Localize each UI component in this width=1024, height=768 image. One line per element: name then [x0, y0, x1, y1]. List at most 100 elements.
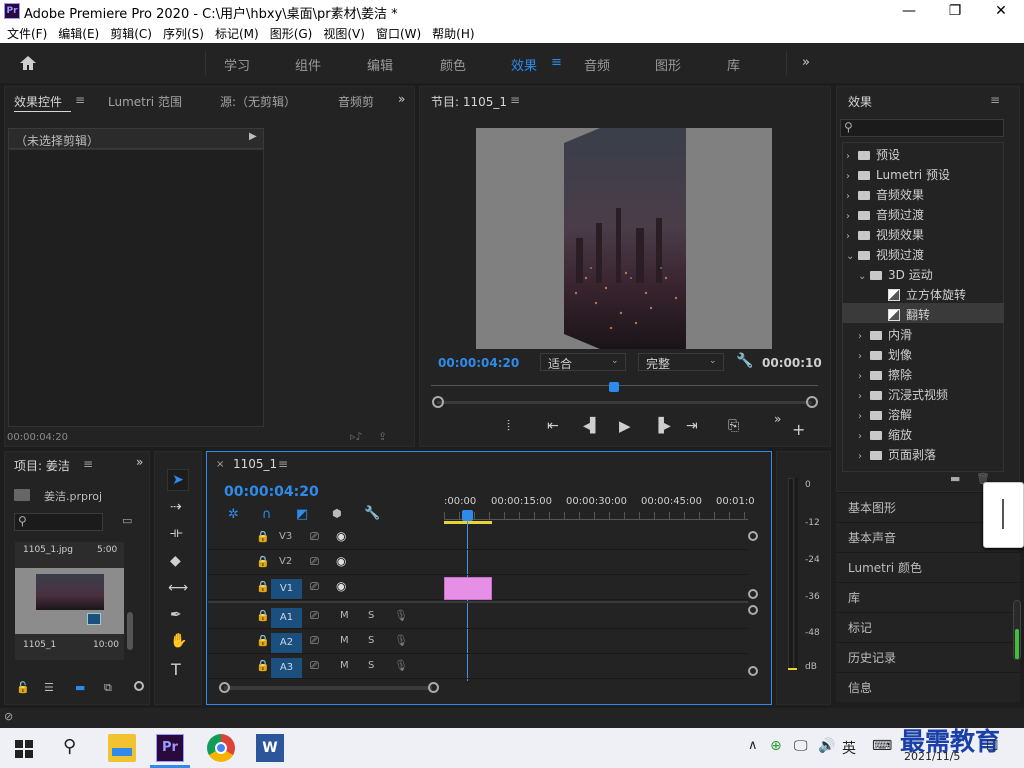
selection-tool-icon[interactable]: ➤	[167, 469, 189, 491]
timeline-title[interactable]: 1105_1	[233, 457, 277, 471]
tab-lumetri-scopes[interactable]: Lumetri 范围	[108, 93, 182, 110]
chevron-right-icon[interactable]: ›	[858, 451, 870, 462]
razor-tool-icon[interactable]: ◆	[170, 553, 181, 569]
workspace-audio[interactable]: 音频	[584, 55, 610, 74]
chevron-right-icon[interactable]: ›	[858, 331, 870, 342]
add-button-icon[interactable]: +	[792, 420, 805, 439]
chevron-right-icon[interactable]: ›	[858, 351, 870, 362]
timeline-playhead[interactable]	[462, 510, 473, 521]
chevron-right-icon[interactable]: ›	[858, 371, 870, 382]
chevron-right-icon[interactable]: ›	[858, 411, 870, 422]
effects-tree-item[interactable]: › 擦除	[842, 363, 1004, 383]
minimize-button[interactable]: —	[886, 0, 932, 22]
track-solo-button[interactable]: S	[368, 610, 374, 621]
close-tab-icon[interactable]: ×	[216, 459, 224, 470]
play-icon[interactable]: ▶	[619, 417, 631, 435]
workspace-editing[interactable]: 编辑	[367, 55, 393, 74]
chevron-right-icon[interactable]: ›	[846, 211, 858, 222]
type-tool-icon[interactable]: T	[171, 660, 181, 679]
overflow-icon[interactable]: »	[774, 412, 781, 426]
close-button[interactable]: ✕	[978, 0, 1024, 22]
linked-selection-icon[interactable]: ◩	[296, 507, 308, 522]
program-timecode[interactable]: 00:00:04:20	[438, 356, 519, 370]
track-eye-icon[interactable]: ◉	[336, 579, 346, 593]
panel-markers[interactable]: 标记	[836, 612, 1020, 642]
microphone-icon[interactable]: 🎙	[394, 609, 408, 622]
volume-slider[interactable]	[1013, 600, 1021, 660]
tray-expand-icon[interactable]: ∧	[748, 738, 758, 753]
workspace-assembly[interactable]: 组件	[295, 55, 321, 74]
chevron-right-icon[interactable]: ›	[846, 151, 858, 162]
track-header-v1[interactable]: 🔒 V1 ⎚ ◉	[208, 576, 444, 600]
vscroll-handle-bottom[interactable]	[748, 589, 758, 599]
effects-tree-item[interactable]: 翻转	[842, 303, 1004, 323]
track-lane-a2[interactable]	[444, 630, 748, 654]
tab-source[interactable]: 源:（无剪辑）	[220, 93, 296, 110]
search-icon[interactable]: ⚲	[63, 736, 76, 757]
chevron-down-icon[interactable]: ⌄	[858, 271, 870, 282]
track-lane-a3[interactable]	[444, 655, 748, 679]
track-mute-button[interactable]: M	[340, 635, 349, 646]
list-view-icon[interactable]: ☰	[44, 681, 54, 694]
tab-menu-icon[interactable]: ≡	[75, 93, 85, 107]
menu-file[interactable]: 文件(F)	[0, 22, 51, 43]
track-header-a3[interactable]: 🔒 A3 ⎚ M S 🎙	[208, 655, 444, 679]
workspace-learn[interactable]: 学习	[224, 55, 250, 74]
track-header-a1[interactable]: 🔒 A1 ⎚ M S 🎙	[208, 605, 444, 629]
step-forward-icon[interactable]: ▐▸	[653, 418, 671, 434]
go-to-out-icon[interactable]: ⇥	[686, 418, 698, 434]
track-mute-button[interactable]: M	[340, 660, 349, 671]
effects-tree-item[interactable]: › 内滑	[842, 323, 1004, 343]
add-marker-icon[interactable]: ⬢	[332, 507, 342, 520]
menu-help[interactable]: 帮助(H)	[425, 22, 478, 43]
nest-icon[interactable]: ✲	[228, 507, 239, 522]
filter-icon[interactable]: ▹♪	[350, 430, 363, 443]
menu-clip[interactable]: 剪辑(C)	[103, 22, 156, 43]
maximize-button[interactable]: ❐	[932, 0, 978, 22]
effects-tree-item[interactable]: ⌄ 视频过渡	[842, 243, 1004, 263]
hscroll-handle-right[interactable]	[428, 682, 439, 693]
project-title[interactable]: 项目: 姜洁	[14, 457, 70, 474]
track-target-a2[interactable]: A2	[271, 633, 302, 653]
icon-view-icon[interactable]: ▬	[75, 681, 85, 694]
wrench-icon[interactable]: 🔧	[736, 353, 753, 369]
menu-edit[interactable]: 编辑(E)	[51, 22, 103, 43]
timeline-menu-icon[interactable]: ≡	[278, 457, 288, 471]
effects-tree-item[interactable]: › Lumetri 预设	[842, 163, 1004, 183]
new-bin-icon[interactable]: ▭	[122, 514, 132, 527]
panel-lumetri-color[interactable]: Lumetri 颜色	[836, 552, 1020, 582]
hscroll-handle-left[interactable]	[219, 682, 230, 693]
project-overflow-icon[interactable]: »	[136, 455, 143, 469]
project-menu-icon[interactable]: ≡	[83, 457, 93, 471]
workspace-graphics[interactable]: 图形	[655, 55, 681, 74]
effects-tree-item[interactable]: › 划像	[842, 343, 1004, 363]
track-solo-button[interactable]: S	[368, 660, 374, 671]
effects-tree-item[interactable]: › 页面剥落	[842, 443, 1004, 463]
premiere-taskbar-icon[interactable]: Pr	[156, 734, 184, 762]
track-header-v3[interactable]: 🔒 V3 ⎚ ◉	[208, 526, 444, 550]
work-area-bar[interactable]	[444, 521, 492, 524]
track-lock-icon[interactable]: 🔒	[256, 530, 270, 543]
track-solo-button[interactable]: S	[368, 635, 374, 646]
chevron-right-icon[interactable]: ›	[846, 191, 858, 202]
freeform-view-icon[interactable]: ⧉	[104, 681, 112, 695]
track-lock-icon[interactable]: 🔒	[256, 555, 270, 568]
effects-tree-item[interactable]: 立方体旋转	[842, 283, 1004, 303]
effects-tree-item[interactable]: › 溶解	[842, 403, 1004, 423]
new-bin-icon[interactable]: ▬	[950, 472, 960, 485]
track-sync-icon[interactable]: ⎚	[310, 530, 319, 544]
track-lock-icon[interactable]: 🔒	[256, 609, 270, 622]
vscroll-handle-audio-top[interactable]	[748, 605, 758, 615]
vscroll-handle-top[interactable]	[748, 531, 758, 541]
pen-tool-icon[interactable]: ✒	[170, 607, 182, 623]
ime-indicator[interactable]: 英	[842, 738, 856, 758]
go-to-in-icon[interactable]: ⇤	[547, 418, 559, 434]
track-sync-icon[interactable]: ⎚	[310, 659, 319, 673]
panel-libraries[interactable]: 库	[836, 582, 1020, 612]
zoom-slider-handle[interactable]	[134, 681, 144, 691]
word-icon[interactable]: W	[256, 734, 284, 762]
microphone-icon[interactable]: 🎙	[394, 659, 408, 672]
program-title[interactable]: 节目: 1105_1	[431, 93, 507, 110]
project-item-card[interactable]: 1105_1.jpg 5:00 1105_1 10:00	[15, 542, 124, 660]
hand-tool-icon[interactable]: ✋	[170, 633, 187, 649]
